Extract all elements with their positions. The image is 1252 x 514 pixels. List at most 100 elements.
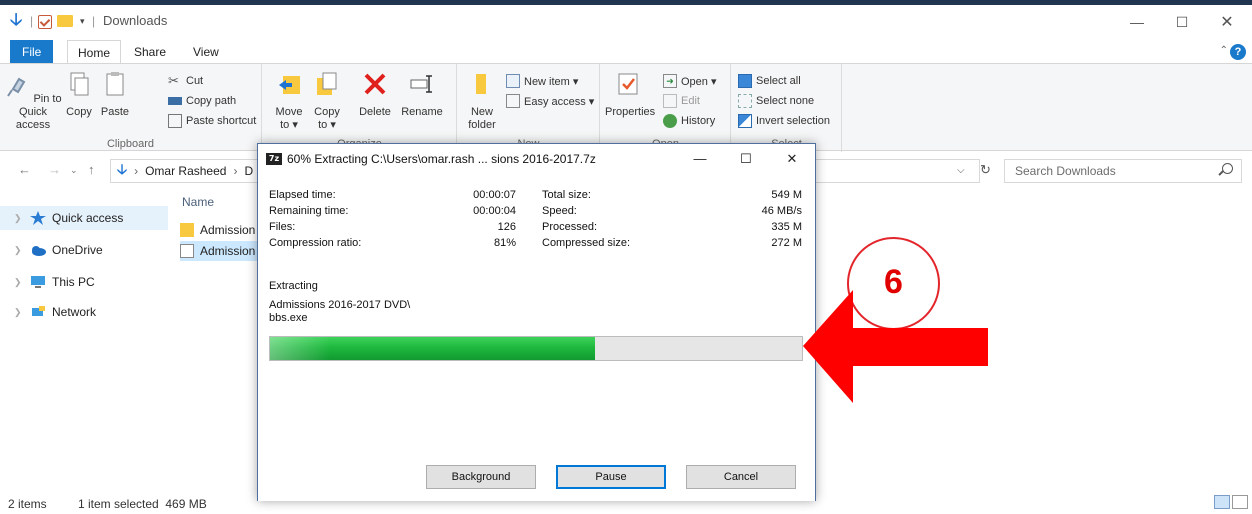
total-size-value: 549 M <box>771 189 802 201</box>
download-arrow-icon[interactable]: 🡣 <box>10 10 22 29</box>
recent-locations-icon[interactable]: ⌄ <box>70 165 78 176</box>
pause-button[interactable]: Pause <box>556 465 666 489</box>
processed-label: Processed: <box>542 221 598 233</box>
title-bar: 🡣 | ▾ | Downloads — ☐ ✕ <box>0 5 1252 35</box>
new-folder-button[interactable]: New folder <box>462 70 502 132</box>
tab-file[interactable]: File <box>10 40 54 64</box>
move-to-button[interactable]: Move to ▾ <box>271 70 307 132</box>
chevron-right-icon[interactable]: ❯ <box>14 245 30 256</box>
compressed-size-value: 272 M <box>771 237 802 249</box>
background-button[interactable]: Background <box>426 465 536 489</box>
new-folder-icon[interactable] <box>57 15 73 27</box>
dialog-maximize-button[interactable]: ☐ <box>728 148 764 170</box>
separator: | <box>92 14 96 28</box>
easy-access-button[interactable]: Easy access ▾ <box>506 92 594 110</box>
column-header-name[interactable]: Name <box>182 195 214 209</box>
invert-selection-label: Invert selection <box>756 115 830 127</box>
up-arrow-icon[interactable]: ↑ <box>88 162 95 177</box>
search-placeholder: Search Downloads <box>1015 164 1116 178</box>
paste-button[interactable]: Paste <box>98 70 132 119</box>
maximize-button[interactable]: ☐ <box>1162 9 1202 35</box>
properties-icon <box>618 73 638 95</box>
7zip-icon: 7z <box>266 153 282 165</box>
select-all-button[interactable]: Select all <box>738 72 801 90</box>
edit-button[interactable]: Edit <box>663 92 700 110</box>
pin-label: Pin to Quick access <box>15 93 62 131</box>
close-button[interactable]: ✕ <box>1207 9 1247 35</box>
rename-button[interactable]: Rename <box>399 70 445 119</box>
tab-view[interactable]: View <box>183 40 229 64</box>
total-size-label: Total size: <box>542 189 591 201</box>
pin-to-quick-access-button[interactable]: Pin to Quick access <box>4 70 62 132</box>
chevron-right-icon[interactable]: ❯ <box>14 307 30 318</box>
chevron-up-icon[interactable]: ⌃ <box>1220 45 1228 56</box>
chevron-right-icon[interactable]: ❯ <box>14 213 30 224</box>
help-icon[interactable]: ? <box>1230 44 1246 60</box>
refresh-icon[interactable]: ↻ <box>980 162 991 178</box>
history-button[interactable]: History <box>663 112 715 130</box>
details-view-icon[interactable] <box>1214 495 1230 509</box>
customize-toolbar-icon[interactable]: ▾ <box>80 13 85 29</box>
breadcrumb-user[interactable]: Omar Rasheed <box>145 164 226 178</box>
easy-access-label: Easy access ▾ <box>524 95 595 108</box>
new-folder-label: New folder <box>468 106 496 131</box>
operation-status: Extracting <box>269 280 318 292</box>
copy-path-button[interactable]: Copy path <box>168 92 236 110</box>
invert-selection-button[interactable]: Invert selection <box>738 112 830 130</box>
computer-icon <box>31 276 45 288</box>
large-icons-view-icon[interactable] <box>1232 495 1248 509</box>
tab-home[interactable]: Home <box>67 40 122 64</box>
organize-group: Move to ▾ Copy to ▾ Delete Rename Organi… <box>263 64 457 152</box>
copy-icon <box>70 72 89 96</box>
tab-share[interactable]: Share <box>124 40 176 64</box>
cancel-button[interactable]: Cancel <box>686 465 796 489</box>
delete-button[interactable]: Delete <box>355 70 395 119</box>
nav-item-label: This PC <box>52 275 95 289</box>
new-item-button[interactable]: New item ▾ <box>506 72 578 90</box>
network-icon <box>32 306 45 316</box>
move-to-icon <box>279 76 300 94</box>
copy-path-icon <box>168 97 182 105</box>
breadcrumb-downloads[interactable]: D <box>244 164 253 178</box>
copy-label: Copy <box>66 106 92 118</box>
folder-icon <box>476 74 486 94</box>
open-icon: ➜ <box>663 74 677 88</box>
nav-item-network[interactable]: ❯ Network <box>0 300 168 324</box>
file-icon <box>180 244 194 258</box>
paste-shortcut-button[interactable]: Paste shortcut <box>168 112 256 130</box>
copy-button[interactable]: Copy <box>62 70 96 119</box>
properties-check-icon[interactable] <box>38 15 52 29</box>
back-arrow-icon[interactable]: ← <box>18 162 31 177</box>
search-input[interactable]: Search Downloads <box>1004 159 1242 183</box>
cut-button[interactable]: ✂ Cut <box>168 72 203 90</box>
address-dropdown-icon[interactable]: ⌵ <box>957 165 965 176</box>
properties-button[interactable]: Properties <box>605 70 655 119</box>
dialog-body: Elapsed time: 00:00:07 Remaining time: 0… <box>258 174 815 501</box>
dialog-title-bar: 7z 60% Extracting C:\Users\omar.rash ...… <box>258 144 815 174</box>
history-label: History <box>681 115 716 127</box>
paste-shortcut-icon <box>168 114 182 128</box>
search-icon[interactable] <box>1222 163 1233 174</box>
minimize-button[interactable]: — <box>1117 9 1157 35</box>
cloud-icon <box>32 246 46 256</box>
nav-item-quick-access[interactable]: ❯ Quick access <box>0 206 168 230</box>
copy-to-icon <box>317 72 337 95</box>
dialog-minimize-button[interactable]: — <box>682 148 718 170</box>
current-folder-path: Admissions 2016-2017 DVD\ <box>269 299 411 311</box>
copy-to-button[interactable]: Copy to ▾ <box>311 70 343 132</box>
forward-arrow-icon[interactable]: → <box>48 162 61 177</box>
status-item-count: 2 items <box>8 497 47 511</box>
nav-item-label: Network <box>52 305 97 319</box>
nav-item-onedrive[interactable]: ❯ OneDrive <box>0 238 168 262</box>
edit-icon <box>663 94 677 108</box>
dialog-close-button[interactable]: ✕ <box>774 148 810 170</box>
navigation-pane: ❯ Quick access ❯ OneDrive ❯ This PC ❯ Ne… <box>0 190 170 490</box>
select-none-button[interactable]: Select none <box>738 92 814 110</box>
rename-icon <box>410 75 432 93</box>
elapsed-time-value: 00:00:07 <box>473 189 516 201</box>
current-file-name: bbs.exe <box>269 312 308 324</box>
chevron-right-icon[interactable]: ❯ <box>14 277 30 288</box>
nav-item-this-pc[interactable]: ❯ This PC <box>0 270 168 294</box>
open-button[interactable]: ➜ Open ▾ <box>663 72 717 90</box>
downloads-arrow-icon: 🡣 <box>117 161 128 177</box>
